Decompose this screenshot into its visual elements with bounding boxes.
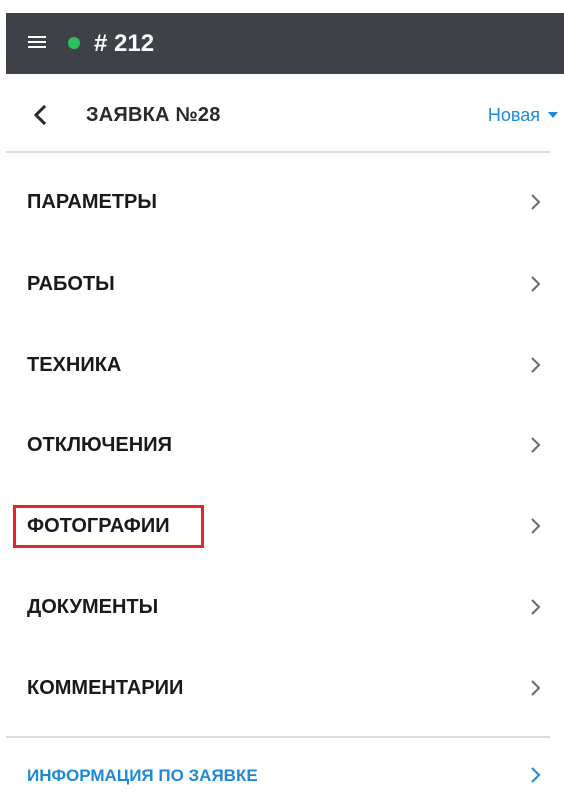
section-label: ТЕХНИКА (27, 354, 122, 376)
status-dropdown[interactable]: Новая (488, 103, 558, 127)
section-label: ОТКЛЮЧЕНИЯ (27, 434, 172, 456)
section-row-works[interactable]: РАБОТЫ (0, 254, 564, 314)
status-label: Новая (487, 105, 540, 125)
chevron-right-icon (531, 194, 541, 210)
divider (6, 736, 550, 738)
divider (6, 151, 550, 153)
section-row-outages[interactable]: ОТКЛЮЧЕНИЯ (0, 415, 564, 475)
menu-icon[interactable] (28, 35, 46, 49)
page-title: ЗАЯВКА №28 (86, 104, 221, 126)
chevron-right-icon (531, 680, 541, 696)
order-info-link[interactable]: ИНФОРМАЦИЯ ПО ЗАЯВКЕ (0, 744, 564, 804)
device-number: # 212 (94, 30, 155, 57)
chevron-right-icon (531, 518, 541, 534)
chevron-right-icon (531, 599, 541, 615)
chevron-right-icon (531, 767, 541, 783)
section-label: ФОТОГРАФИИ (27, 515, 170, 537)
online-status-dot (68, 37, 80, 49)
section-label: РАБОТЫ (27, 273, 115, 295)
section-row-equipment[interactable]: ТЕХНИКА (0, 335, 564, 395)
order-info-label: ИНФОРМАЦИЯ ПО ЗАЯВКЕ (27, 766, 258, 785)
app-top-bar: # 212 (6, 13, 564, 74)
section-label: ДОКУМЕНТЫ (27, 596, 159, 618)
order-header: ЗАЯВКА №28 Новая (0, 74, 564, 154)
back-arrow-icon[interactable] (30, 104, 52, 126)
section-row-photos[interactable]: ФОТОГРАФИИ (0, 496, 564, 556)
section-label: КОММЕНТАРИИ (27, 677, 184, 699)
section-row-documents[interactable]: ДОКУМЕНТЫ (0, 577, 564, 637)
section-row-comments[interactable]: КОММЕНТАРИИ (0, 658, 564, 718)
chevron-right-icon (531, 437, 541, 453)
chevron-right-icon (531, 276, 541, 292)
chevron-right-icon (531, 357, 541, 373)
section-row-parameters[interactable]: ПАРАМЕТРЫ (0, 172, 564, 232)
section-label: ПАРАМЕТРЫ (27, 191, 157, 213)
caret-down-icon (548, 112, 558, 118)
